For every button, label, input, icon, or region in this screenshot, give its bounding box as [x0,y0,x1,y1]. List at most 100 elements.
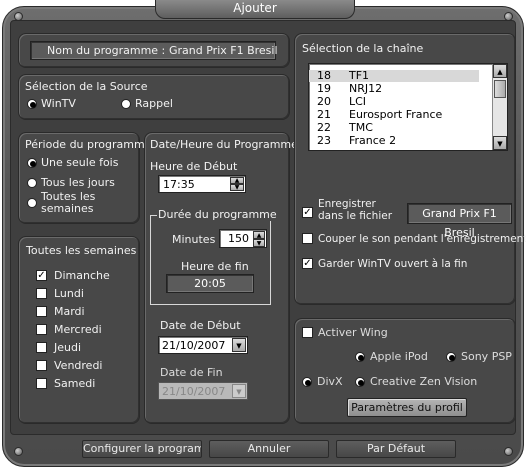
save-file-label-1: Enregistrer [318,198,376,210]
channel-name: TF1 [349,69,370,82]
minutes-down-icon[interactable]: ▼ [253,239,265,247]
start-time-down-icon[interactable]: ▼ [230,184,244,191]
wing-divx-radio[interactable] [302,377,312,387]
list-item[interactable]: 20 LCI [309,96,479,108]
channel-name: France 2 [349,134,397,147]
screw-icon [14,12,23,21]
period-title: Période du programme [25,138,152,151]
channel-scrollbar[interactable]: ▲ ▼ [492,64,507,150]
wing-zen-radio[interactable] [355,377,365,387]
program-name-label: Nom du programme : [47,44,166,57]
day-samedi-label: Samedi [54,377,96,390]
day-lundi-label: Lundi [54,287,84,300]
list-item[interactable]: 22 TMC [309,122,479,134]
day-vendredi-checkbox[interactable] [36,360,47,371]
end-time-label: Heure de fin [181,260,249,273]
datetime-title: Date/Heure du Programme [150,138,298,151]
chevron-down-icon[interactable]: ▼ [232,384,246,398]
keep-open-checkbox[interactable]: ✓ [302,258,313,269]
save-file-checkbox[interactable]: ✓ [302,207,313,218]
start-date-value: 21/10/2007 [162,339,226,352]
file-name-field[interactable]: Grand Prix F1 Bresil [407,203,512,239]
start-date-label: Date de Début [160,319,241,332]
program-name-value: Grand Prix F1 Bresil [169,44,278,57]
mute-label: Couper le son pendant l'enregistrement [318,233,526,245]
channel-number: 20 [317,95,331,108]
scroll-down-icon[interactable]: ▼ [493,136,507,150]
channel-number: 18 [317,69,331,82]
period-once-label: Une seule fois [41,156,119,169]
day-dimanche-label: Dimanche [54,269,110,282]
screw-icon [504,447,513,456]
duration-title: Durée du programme [157,208,278,221]
day-mardi-checkbox[interactable] [36,306,47,317]
channel-name: NRJ12 [349,82,383,95]
source-wintv-radio[interactable] [27,99,37,109]
wing-ipod-radio[interactable] [355,352,365,362]
cancel-button[interactable]: Annuler [209,440,329,458]
period-weekly-label: Toutes les semaines [41,190,96,215]
minutes-input[interactable]: 150 ▲ ▼ [219,229,267,248]
source-title: Sélection de la Source [25,80,148,93]
source-rappel-radio[interactable] [121,99,131,109]
wing-checkbox[interactable] [302,327,313,338]
period-daily-radio[interactable] [27,178,37,188]
channel-number: 22 [317,121,331,134]
scroll-up-icon[interactable]: ▲ [493,64,507,78]
day-mardi-label: Mardi [54,305,85,318]
chevron-down-icon[interactable]: ▼ [232,338,246,352]
day-mercredi-checkbox[interactable] [36,324,47,335]
configure-button[interactable]: Configurer la programmation [82,440,202,458]
day-lundi-checkbox[interactable] [36,288,47,299]
source-rappel-label: Rappel [135,97,173,110]
mute-checkbox[interactable] [302,233,313,244]
list-item[interactable]: 21 Eurosport France [309,109,479,121]
screw-icon [504,12,513,21]
end-date-select[interactable]: 21/10/2007 ▼ [158,382,248,400]
wing-zen-label: Creative Zen Vision [370,375,478,388]
period-weekly-radio[interactable] [27,198,37,208]
weekdays-title: Toutes les semaines [26,244,137,257]
start-time-label: Heure de Début [150,160,238,173]
minutes-up-icon[interactable]: ▲ [253,231,265,239]
start-date-select[interactable]: 21/10/2007 ▼ [158,336,248,354]
channel-item-selected[interactable]: 18 TF1 [309,70,479,82]
profile-settings-button[interactable]: Paramètres du profil [347,398,467,417]
screw-icon [14,447,23,456]
list-item[interactable]: 19 NRJ12 [309,83,479,95]
scroll-thumb[interactable] [494,80,506,98]
channel-number: 19 [317,82,331,95]
source-wintv-label: WinTV [41,97,76,110]
end-date-value: 21/10/2007 [162,385,226,398]
end-time-display: 20:05 [166,274,254,293]
channel-number: 23 [317,134,331,147]
period-daily-label: Tous les jours [41,176,115,189]
channel-number: 21 [317,108,331,121]
wing-divx-label: DivX [317,375,343,388]
day-jeudi-checkbox[interactable] [36,342,47,353]
channel-name: Eurosport France [349,108,443,121]
channel-title: Sélection de la chaîne [302,42,424,55]
save-file-label-2: dans le fichier [318,210,393,222]
end-date-label: Date de Fin [160,366,223,379]
program-name-field[interactable]: Nom du programme : Grand Prix F1 Bresil [30,41,278,60]
channel-list[interactable]: 18 TF1 19 NRJ12 20 LCI 21 Eurosport Fran… [308,63,508,151]
start-time-value: 17:35 [163,178,195,191]
start-time-up-icon[interactable]: ▲ [230,177,244,184]
day-mercredi-label: Mercredi [54,323,102,336]
minutes-label: Minutes [172,233,216,246]
channel-name: TMC [349,121,373,134]
wing-psp-radio[interactable] [446,352,456,362]
day-dimanche-checkbox[interactable]: ✓ [36,270,47,281]
day-vendredi-label: Vendredi [54,359,103,372]
start-time-input[interactable]: 17:35 ▲ ▼ [158,175,246,193]
minutes-value: 150 [228,232,249,245]
day-samedi-checkbox[interactable] [36,378,47,389]
period-once-radio[interactable] [27,158,37,168]
default-button[interactable]: Par Défaut [336,440,456,458]
list-item[interactable]: 23 France 2 [309,135,479,147]
channel-name: LCI [349,95,367,108]
window-title: Ajouter [155,0,355,19]
wing-psp-label: Sony PSP [461,350,512,363]
keep-open-label: Garder WinTV ouvert à la fin [318,258,468,270]
